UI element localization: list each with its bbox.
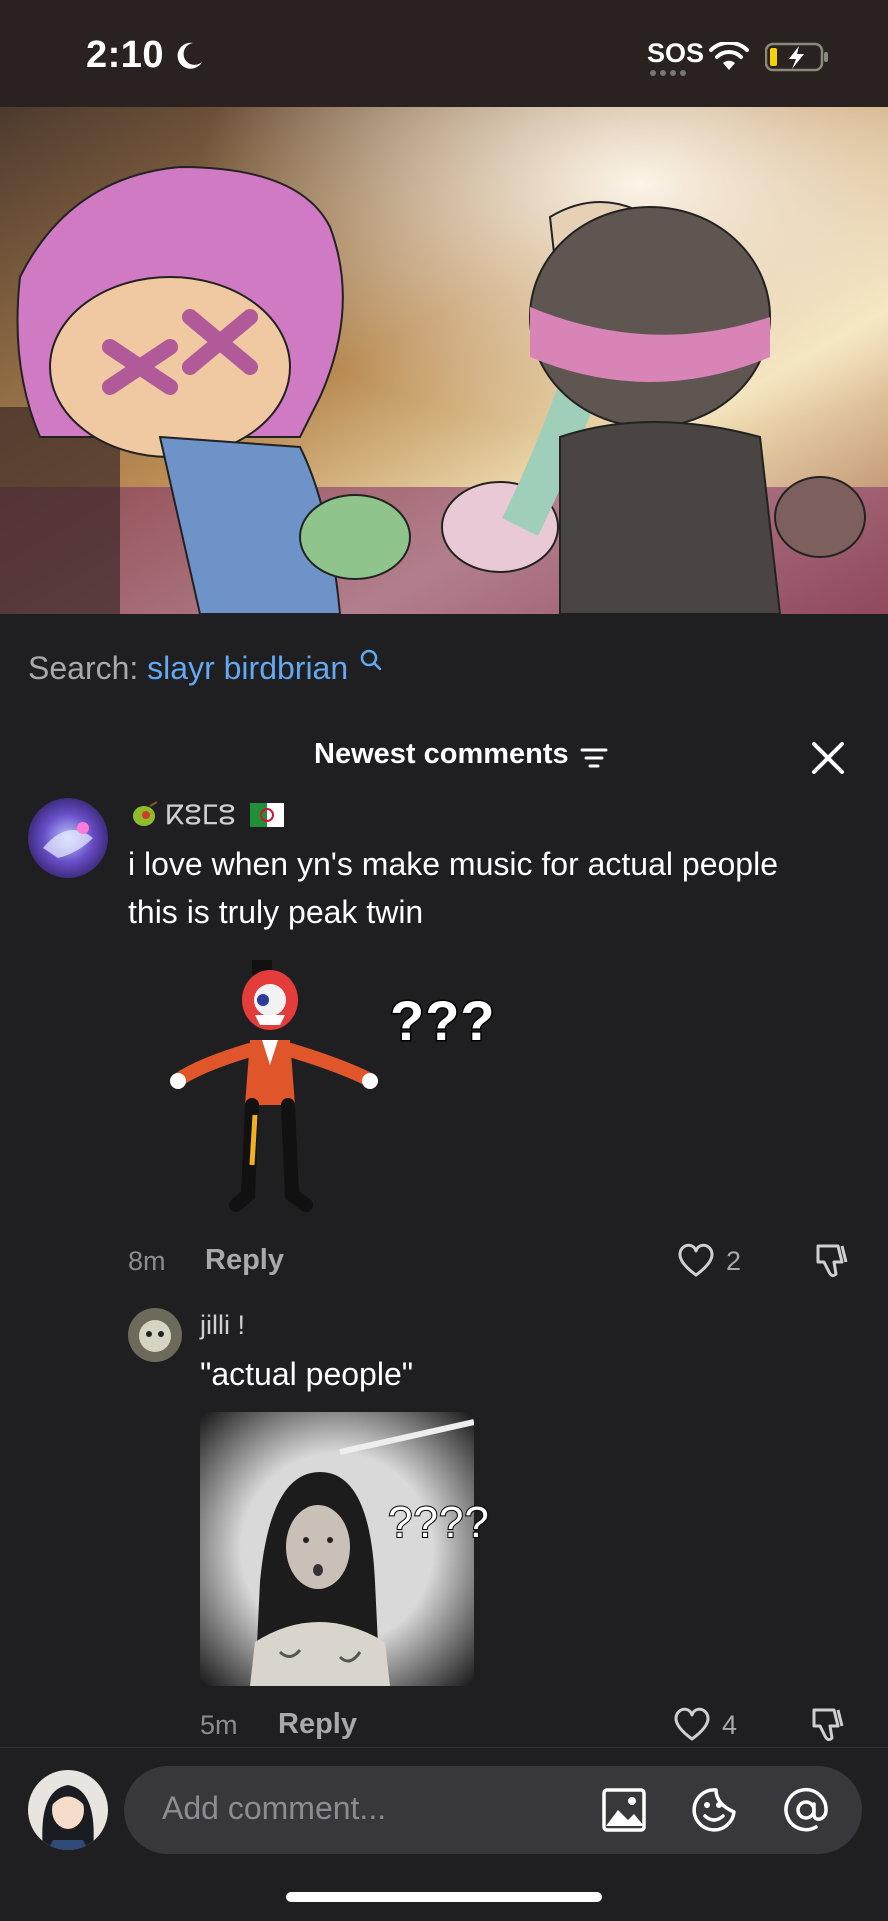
algeria-flag-icon xyxy=(250,803,284,827)
home-indicator[interactable] xyxy=(286,1892,602,1902)
moon-icon xyxy=(177,42,202,69)
heart-icon[interactable] xyxy=(676,1242,716,1278)
add-comment-placeholder: Add comment... xyxy=(162,1790,387,1826)
comments-header[interactable]: Newest comments xyxy=(0,738,888,778)
sticker-image[interactable] xyxy=(170,955,380,1215)
current-user-avatar xyxy=(28,1770,108,1850)
reaction-image[interactable] xyxy=(200,1412,474,1686)
video-player[interactable] xyxy=(0,107,888,614)
wifi-icon xyxy=(709,42,749,70)
search-label: Search: xyxy=(28,650,139,686)
emoji-sticker-icon[interactable] xyxy=(690,1786,738,1834)
reply-button[interactable]: Reply xyxy=(205,1244,284,1277)
status-bar: 2:10 SOS xyxy=(0,0,888,107)
sos-indicator: SOS xyxy=(647,38,705,68)
search-term-link[interactable]: slayr birdbrian xyxy=(147,650,348,686)
search-icon xyxy=(360,649,382,671)
avatar[interactable] xyxy=(28,798,108,878)
image-icon[interactable] xyxy=(600,1786,648,1834)
avatar[interactable] xyxy=(128,1308,182,1362)
comment-text-line: i love when yn's make music for actual p… xyxy=(128,846,778,882)
like-count: 4 xyxy=(722,1710,738,1740)
comment-timestamp: 5m xyxy=(200,1710,238,1740)
comment-timestamp: 8m xyxy=(128,1246,166,1276)
sort-filter-icon[interactable] xyxy=(580,746,608,770)
sticker-caption: ??? xyxy=(389,988,497,1054)
like-count: 2 xyxy=(726,1246,742,1276)
reaction-caption: ???? xyxy=(387,1497,490,1548)
comments-sort-title[interactable]: Newest comments xyxy=(314,738,569,771)
thumbs-down-icon[interactable] xyxy=(812,1240,852,1280)
battery-charging-icon xyxy=(765,42,828,72)
mention-at-icon[interactable] xyxy=(782,1786,830,1834)
thumbs-down-icon[interactable] xyxy=(808,1704,848,1744)
signal-dots xyxy=(650,70,690,76)
olive-emoji-icon xyxy=(133,801,158,826)
comment-username[interactable]: jilli ! xyxy=(200,1310,245,1341)
video-frame-illustration xyxy=(0,107,888,614)
search-suggestion[interactable]: Search: slayr birdbrian xyxy=(28,649,383,687)
status-time: 2:10 xyxy=(86,34,165,76)
comment-username[interactable]: ⴽⵓⵎⵓ xyxy=(166,800,235,831)
reply-button[interactable]: Reply xyxy=(278,1708,357,1741)
comment-text-line: this is truly peak twin xyxy=(128,894,424,930)
close-icon[interactable] xyxy=(810,740,846,776)
comment-text: "actual people" xyxy=(200,1356,414,1392)
heart-icon[interactable] xyxy=(672,1706,712,1742)
